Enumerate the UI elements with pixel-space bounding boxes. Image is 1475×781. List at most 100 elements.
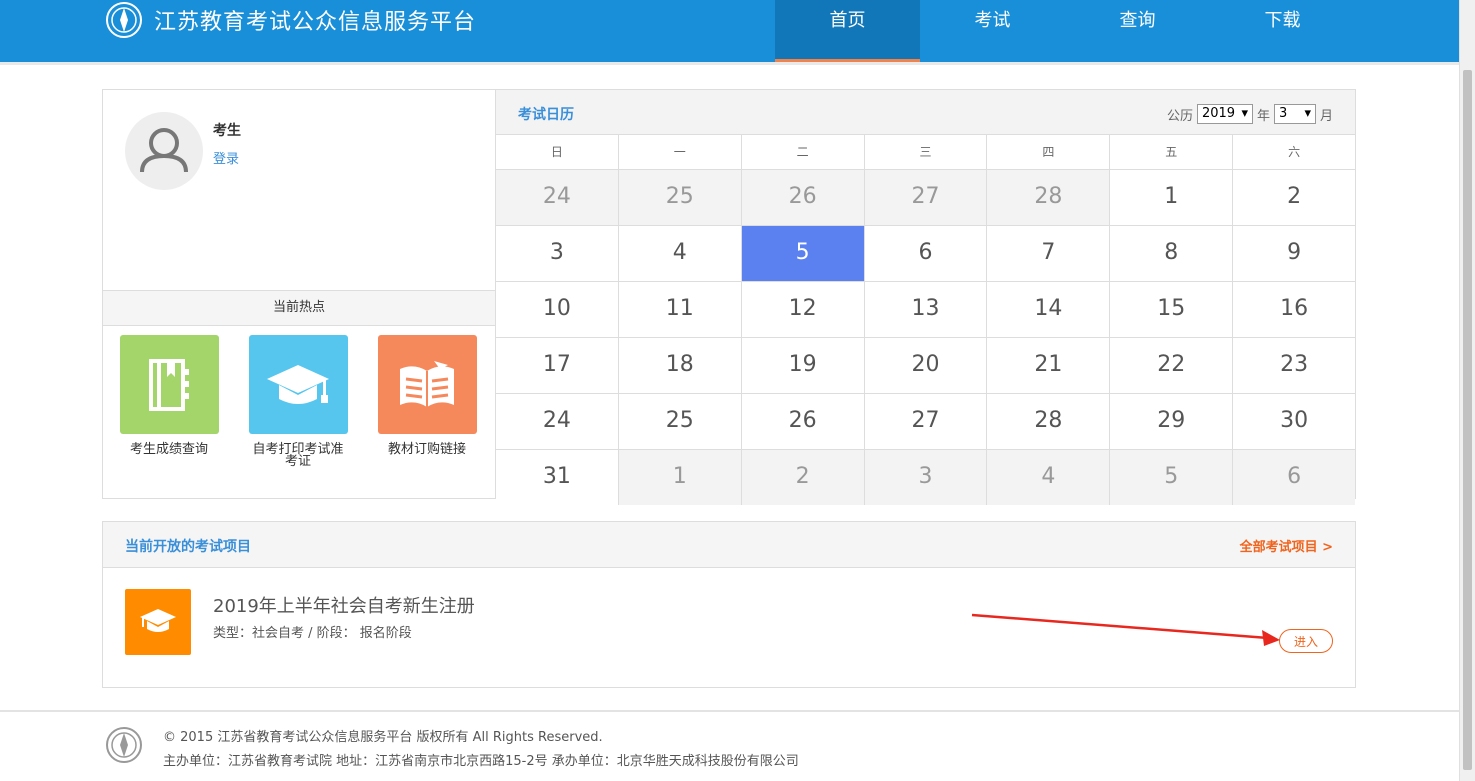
calendar-day[interactable]: 9 (1232, 226, 1356, 281)
calendar-day[interactable]: 17 (496, 338, 618, 393)
calendar-day-selected[interactable]: 5 (740, 226, 864, 281)
era-label: 公历 (1166, 108, 1193, 124)
top-header: 江苏教育考试公众信息服务平台 首页 考试 查询 下载 (0, 0, 1475, 65)
weekday-label: 一 (617, 135, 741, 169)
calendar-day[interactable]: 10 (496, 282, 618, 337)
weekday-label: 三 (863, 135, 987, 169)
user-panel: 考生 登录 当前热点 考生成绩查询 自考打印考试准考证 教材订购链接 (102, 89, 496, 499)
calendar-day[interactable]: 30 (1232, 394, 1356, 449)
footer-divider (0, 710, 1459, 712)
calendar-day[interactable]: 23 (1232, 338, 1356, 393)
calendar-day[interactable]: 24 (496, 394, 618, 449)
exam-name[interactable]: 2019年上半年社会自考新生注册 (213, 592, 475, 618)
open-book-icon (377, 335, 477, 434)
dropdown-arrow-icon: ▾ (1241, 106, 1248, 121)
calendar-day[interactable]: 16 (1232, 282, 1356, 337)
calendar-day[interactable]: 11 (617, 282, 741, 337)
exam-calendar: 考试日历 公历 2019 ▾ 年 3 ▾ 月 日一二三四五六 24 25 26 27 2… (496, 89, 1356, 505)
weekday-header: 日 一二三四五六 (496, 134, 1355, 169)
calendar-day[interactable]: 1 (617, 450, 741, 505)
hot-item-admission-ticket[interactable]: 自考打印考试准考证 (248, 335, 348, 468)
hot-item-label: 自考打印考试准考证 (252, 442, 344, 469)
calendar-day[interactable]: 13 (863, 282, 987, 337)
footer-logo-icon (106, 727, 142, 763)
nav-query[interactable]: 查询 (1065, 0, 1210, 62)
scrollbar-thumb[interactable] (1463, 70, 1472, 770)
calendar-day[interactable]: 22 (1109, 338, 1233, 393)
calendar-day[interactable]: 29 (1109, 394, 1233, 449)
calendar-day[interactable]: 26 (740, 394, 864, 449)
year-value: 2019 (1201, 106, 1236, 121)
calendar-day[interactable]: 2 (740, 450, 864, 505)
site-title: 江苏教育考试公众信息服务平台 (154, 10, 477, 35)
hot-item-label: 考生成绩查询 (129, 442, 208, 457)
calendar-day[interactable]: 6 (863, 226, 987, 281)
calendar-day[interactable]: 3 (496, 226, 618, 281)
all-exams-link[interactable]: 全部考试项目 > (1240, 536, 1333, 555)
calendar-day[interactable]: 2 (1232, 170, 1356, 225)
calendar-day[interactable]: 20 (863, 338, 987, 393)
user-name: 考生 (213, 123, 241, 139)
year-suffix: 年 (1256, 108, 1270, 124)
notebook-icon (119, 335, 219, 434)
calendar-day[interactable]: 4 (986, 450, 1110, 505)
calendar-week-row: 24 25 26 27 28 1 2 (496, 169, 1356, 225)
calendar-day[interactable]: 31 (496, 450, 618, 505)
month-select[interactable]: 3 ▾ (1273, 104, 1316, 124)
site-logo-icon (106, 2, 142, 38)
month-value: 3 (1278, 106, 1288, 121)
calendar-day[interactable]: 7 (986, 226, 1110, 281)
hot-item-label: 教材订购链接 (387, 442, 466, 457)
calendar-day[interactable]: 18 (617, 338, 741, 393)
vertical-scrollbar[interactable] (1459, 0, 1475, 781)
calendar-grid: 日一二三四五六 24 25 26 27 28 1 2 3 4 5 6 7 8 9 10 11 12 13 14 15 1… (496, 134, 1356, 505)
calendar-day[interactable]: 19 (740, 338, 864, 393)
calendar-day[interactable]: 4 (617, 226, 741, 281)
hot-item-textbook-order[interactable]: 教材订购链接 (377, 335, 477, 456)
calendar-day[interactable]: 21 (986, 338, 1110, 393)
hot-item-score-query[interactable]: 考生成绩查询 (119, 335, 219, 456)
user-avatar-icon (140, 128, 188, 173)
calendar-day[interactable]: 27 (863, 170, 987, 225)
hot-topics-title: 当前热点 (103, 290, 495, 326)
calendar-week-row: 31 1 2 3 4 5 6 (496, 449, 1356, 505)
calendar-week-row: 24 25 26 27 28 29 30 (496, 393, 1356, 449)
exam-panel-header: 当前开放的考试项目 全部考试项目 > (103, 522, 1355, 568)
calendar-day[interactable]: 24 (496, 170, 618, 225)
calendar-day[interactable]: 25 (617, 394, 741, 449)
calendar-day[interactable]: 25 (617, 170, 741, 225)
calendar-day[interactable]: 3 (863, 450, 987, 505)
calendar-day[interactable]: 27 (863, 394, 987, 449)
calendar-week-row: 17 18 19 20 21 22 23 (496, 337, 1356, 393)
year-select[interactable]: 2019 ▾ (1196, 104, 1253, 124)
open-exams-panel: 当前开放的考试项目 全部考试项目 > 2019年上半年社会自考新生注册 类型：社… (102, 521, 1356, 688)
nav-home[interactable]: 首页 (775, 0, 920, 62)
calendar-day[interactable]: 8 (1109, 226, 1233, 281)
graduation-cap-icon (248, 335, 348, 434)
exam-panel-title: 当前开放的考试项目 (125, 539, 251, 555)
weekday-label: 二 (740, 135, 864, 169)
month-suffix: 月 (1319, 108, 1333, 124)
weekday-label: 四 (986, 135, 1109, 169)
calendar-day[interactable]: 14 (986, 282, 1110, 337)
weekday-label: 六 (1232, 135, 1355, 169)
calendar-day[interactable]: 5 (1109, 450, 1233, 505)
avatar (125, 112, 203, 190)
graduation-cap-icon (125, 589, 191, 655)
calendar-day[interactable]: 28 (986, 394, 1110, 449)
calendar-controls: 公历 2019 ▾ 年 3 ▾ 月 (1167, 104, 1333, 124)
calendar-day[interactable]: 12 (740, 282, 864, 337)
weekday-label: 五 (1109, 135, 1232, 169)
enter-button[interactable]: 进入 (1279, 629, 1333, 653)
calendar-day[interactable]: 26 (740, 170, 864, 225)
calendar-day[interactable]: 15 (1109, 282, 1233, 337)
footer-organization: 主办单位：江苏省教育考试院 地址：江苏省南京市北京西路15-2号 承办单位：北京… (163, 754, 799, 769)
nav-exam[interactable]: 考试 (920, 0, 1065, 62)
calendar-day[interactable]: 6 (1232, 450, 1356, 505)
nav-download[interactable]: 下载 (1210, 0, 1355, 62)
main-nav: 首页 考试 查询 下载 (775, 0, 1355, 62)
dropdown-arrow-icon: ▾ (1304, 106, 1311, 121)
calendar-day[interactable]: 1 (1109, 170, 1233, 225)
login-link[interactable]: 登录 (213, 148, 239, 167)
calendar-day[interactable]: 28 (986, 170, 1110, 225)
